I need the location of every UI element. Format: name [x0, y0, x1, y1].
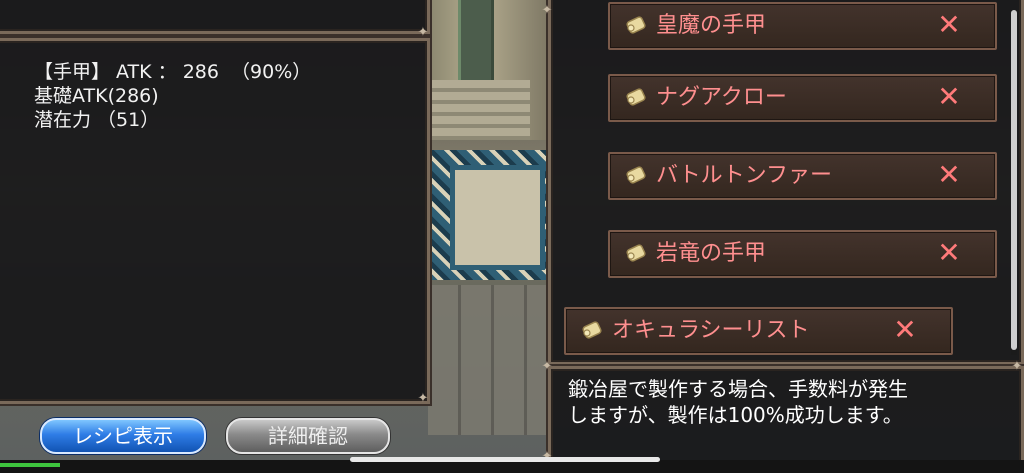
home-indicator[interactable]	[350, 457, 660, 462]
recipe-item[interactable]: 岩竜の手甲 ✕	[608, 230, 997, 278]
corner-ornament: ✦	[1011, 359, 1023, 374]
detail-check-button[interactable]: 詳細確認	[226, 418, 390, 454]
background-tile-inner	[450, 165, 545, 270]
recipe-item-name: 岩竜の手甲	[656, 241, 767, 266]
recipe-list[interactable]: 皇魔の手甲 ✕ ナグアクロー ✕ バトルトンファー ✕ 岩竜の手甲 ✕ オキュラ…	[548, 0, 1018, 360]
smith-info-text: 鍛冶屋で製作する場合、手数料が発生 しますが、製作は100%成功します。	[568, 376, 1008, 428]
scroll-icon	[626, 244, 646, 262]
remove-icon[interactable]: ✕	[933, 237, 965, 269]
left-header-panel	[0, 0, 430, 34]
recipe-item-name: 皇魔の手甲	[656, 13, 767, 38]
corner-ornament: ✦	[417, 391, 429, 406]
scroll-icon	[582, 321, 602, 339]
recipe-item[interactable]: 皇魔の手甲 ✕	[608, 2, 997, 50]
info-line-2: しますが、製作は100%成功します。	[568, 403, 903, 427]
stat-base-atk-line: 基礎ATK(286)	[34, 85, 159, 107]
stat-atk-line: 【手甲】 ATK ： 286 （90%）	[34, 61, 312, 83]
background-steps	[430, 80, 530, 140]
recipe-item-name: オキュラシーリスト	[612, 318, 810, 343]
recipe-item-name: バトルトンファー	[656, 163, 833, 188]
info-line-1: 鍛冶屋で製作する場合、手数料が発生	[568, 377, 908, 401]
recipe-list-scrollbar[interactable]	[1011, 10, 1017, 355]
corner-ornament: ✦	[541, 359, 553, 374]
stat-potential-line: 潜在力 （51）	[34, 109, 160, 131]
equipment-stats: 【手甲】 ATK ： 286 （90%） 基礎ATK(286) 潜在力 （51）	[34, 60, 311, 132]
scroll-icon	[626, 88, 646, 106]
remove-icon[interactable]: ✕	[933, 9, 965, 41]
background-pillar	[458, 0, 494, 90]
remove-icon[interactable]: ✕	[933, 159, 965, 191]
scroll-icon	[626, 166, 646, 184]
recipe-item[interactable]: ナグアクロー ✕	[608, 74, 997, 122]
recipe-item-name: ナグアクロー	[656, 85, 787, 110]
recipe-item[interactable]: バトルトンファー ✕	[608, 152, 997, 200]
remove-icon[interactable]: ✕	[933, 81, 965, 113]
remove-icon[interactable]: ✕	[889, 314, 921, 346]
corner-ornament: ✦	[417, 25, 429, 40]
progress-indicator	[0, 463, 60, 467]
scrollbar-thumb[interactable]	[1011, 10, 1017, 350]
recipe-item-selected[interactable]: オキュラシーリスト ✕	[564, 307, 953, 355]
recipe-view-button[interactable]: レシピ表示	[40, 418, 206, 454]
background-stone-floor	[428, 285, 553, 435]
scroll-icon	[626, 16, 646, 34]
